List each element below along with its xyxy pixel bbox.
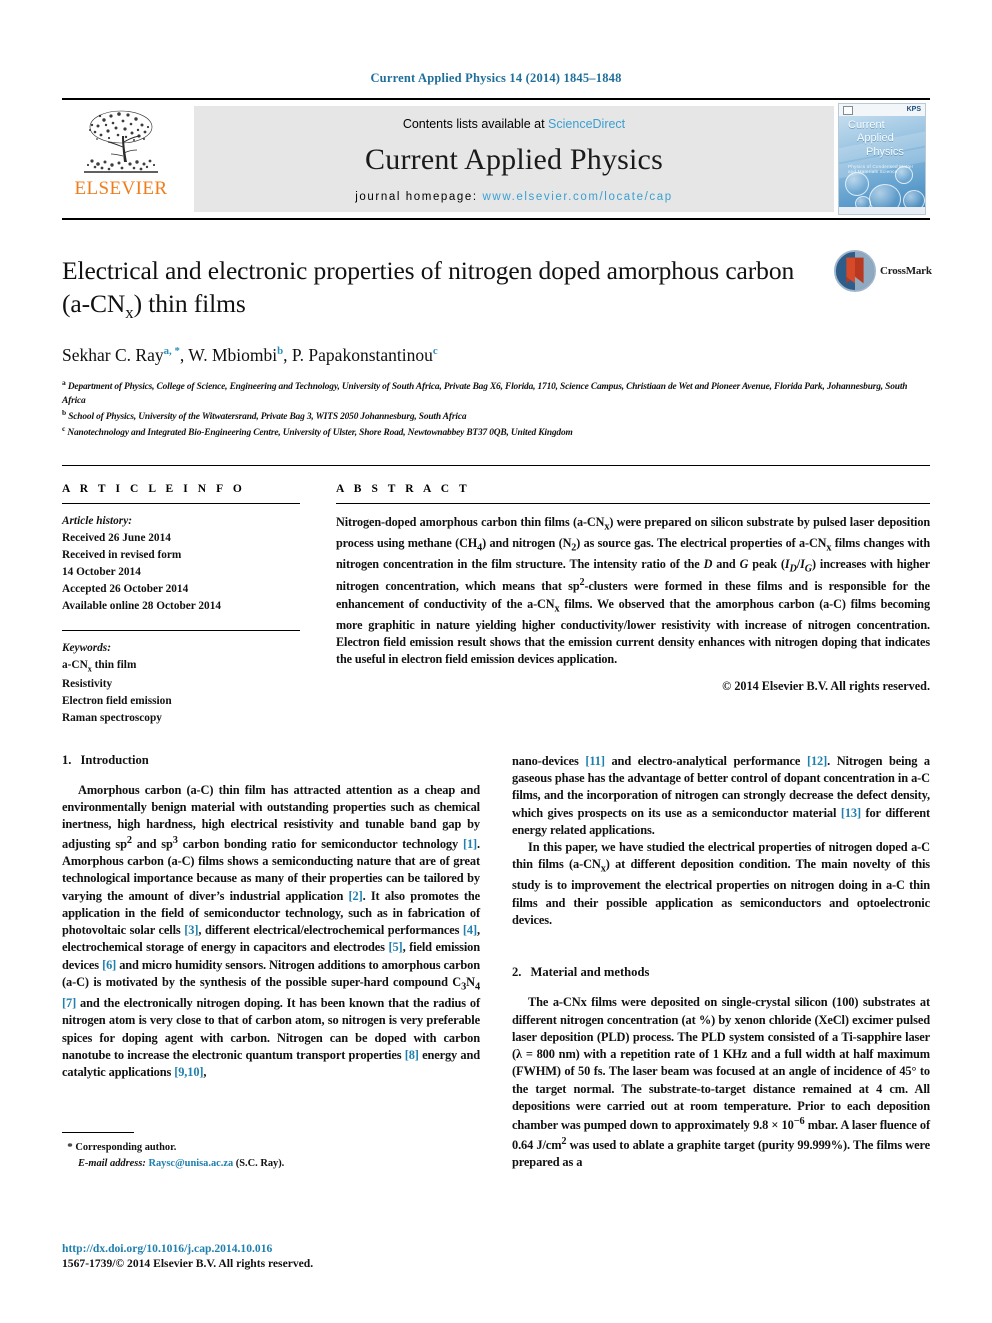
crossmark-icon [834,250,876,292]
crossmark-badge[interactable]: CrossMark [834,248,932,294]
author-name[interactable]: Sekhar C. Ray [62,345,164,365]
author-marks: a, * [163,345,180,358]
history-item: Accepted 26 October 2014 [62,582,189,595]
page-footer: http://dx.doi.org/10.1016/j.cap.2014.10.… [62,1241,482,1272]
crossmark-label: CrossMark [880,265,932,277]
affiliation-item: c Nanotechnology and Integrated Bio-Engi… [62,424,930,440]
author-marks: b [277,345,284,358]
divider [336,502,930,504]
affiliation-list: a Department of Physics, College of Scie… [62,378,930,441]
cover-title-line1: Current [848,119,885,131]
affiliation-text: Department of Physics, College of Scienc… [62,382,908,406]
sciencedirect-link[interactable]: ScienceDirect [548,117,625,131]
article-page: Current Applied Physics 14 (2014) 1845–1… [0,0,992,1323]
cover-bubble [895,166,913,184]
abstract-copyright: © 2014 Elsevier B.V. All rights reserved… [722,679,930,694]
section-title: Introduction [80,752,149,767]
journal-cover: KPS Current Applied Physics Physics of C… [834,100,930,218]
section-heading-introduction: 1. Introduction [62,753,480,768]
history-item: Received 26 June 2014 [62,531,171,544]
elsevier-tree-icon [84,110,158,173]
cover-bubble [845,172,869,196]
divider [62,502,300,504]
history-item: Available online 28 October 2014 [62,599,221,612]
journal-homepage-link[interactable]: www.elsevier.com/locate/cap [483,191,673,203]
footnote-body: * Corresponding author. E-mail address: … [62,1140,480,1171]
footnote-email-line: E-mail address: Raysc@unisa.ac.za (S.C. … [62,1156,480,1171]
cover-footer-band [839,207,925,214]
section-number: 2. [512,965,522,980]
journal-masthead: ELSEVIER Contents lists available at Sci… [62,98,930,220]
article-info-column: A R T I C L E I N F O Article history: R… [62,483,300,727]
section-heading-methods: 2. Material and methods [512,965,930,980]
footnote-divider [62,1132,134,1134]
affiliation-text: Nanotechnology and Integrated Bio-Engine… [67,428,573,439]
doi-link[interactable]: http://dx.doi.org/10.1016/j.cap.2014.10.… [62,1241,482,1257]
contents-prefix: Contents lists available at [402,117,545,131]
author-name[interactable]: P. Papakonstantinou [292,345,433,365]
cover-title-line2: Applied [857,132,894,145]
email-link[interactable]: Raysc@unisa.ac.za [148,1158,233,1169]
affiliation-item: b School of Physics, University of the W… [62,408,930,424]
keyword-item: Raman spectroscopy [62,711,162,724]
affiliation-mark: b [62,407,67,417]
body-columns: 1. Introduction Amorphous carbon (a-C) th… [62,753,930,1172]
journal-homepage-line: journal homepage: www.elsevier.com/locat… [355,191,672,203]
keyword-item: a-CNx thin film [62,659,137,674]
title-subscript: x [125,303,134,323]
affiliation-mark: a [62,378,66,388]
keywords-label: Keywords: [62,642,111,655]
title-block: CrossMark Electrical and electronic prop… [62,250,932,441]
cover-publisher-mark-icon [843,106,853,115]
right-column: nano-devices [11] and electro-analytical… [512,753,930,1172]
cover-title-line3: Physics [866,145,904,158]
issn-copyright: 1567-1739/© 2014 Elsevier B.V. All right… [62,1257,314,1271]
email-label: E-mail address: [78,1158,146,1170]
paragraph-methods-1: The a-CNx films were deposited on single… [512,995,930,1170]
page-title: Electrical and electronic properties of … [62,254,822,324]
keyword-item: Electron field emission [62,694,172,707]
divider [62,630,300,632]
journal-cover-image: KPS Current Applied Physics Physics of C… [838,103,926,215]
affiliation-mark: c [62,424,66,434]
article-history-label: Article history: [62,514,132,527]
author-marks: c [432,345,438,358]
abstract-column: A B S T R A C T Nitrogen-doped amorphous… [336,483,930,727]
paragraph-intro-2: In this paper, we have studied the elect… [512,840,930,927]
journal-banner: Contents lists available at ScienceDirec… [194,106,834,212]
keyword-item: Resistivity [62,677,113,690]
history-item: Received in revised form [62,548,182,561]
footnote-corresponding-label: Corresponding author. [75,1142,177,1154]
info-abstract-row: A R T I C L E I N F O Article history: R… [62,464,930,727]
title-part-2: ) thin films [133,289,246,319]
paragraph-intro-right: nano-devices [11] and electro-analytical… [512,753,931,837]
article-info-heading: A R T I C L E I N F O [62,482,246,495]
history-item: 14 October 2014 [62,565,141,578]
author-list: Sekhar C. Raya, *, W. Mbiombib, P. Papak… [62,345,438,366]
paragraph-intro-left: Amorphous carbon (a-C) thin film has att… [62,782,481,1080]
homepage-prefix: journal homepage: [355,191,478,203]
section-title: Material and methods [530,965,650,980]
author-name[interactable]: W. Mbiombi [188,345,277,365]
email-owner: (S.C. Ray). [235,1158,285,1170]
journal-title: Current Applied Physics [365,143,663,176]
corresponding-author-footnote: * Corresponding author. E-mail address: … [62,1132,480,1171]
abstract-text: Nitrogen-doped amorphous carbon thin fil… [336,514,931,667]
article-history: Article history: Received 26 June 2014 R… [62,513,300,615]
affiliation-item: a Department of Physics, College of Scie… [62,378,930,408]
footnote-corresponding-line: * Corresponding author. [62,1140,480,1156]
cover-title: Current Applied Physics [848,119,919,159]
left-column: 1. Introduction Amorphous carbon (a-C) th… [62,753,480,1172]
publisher-logo: ELSEVIER [62,100,180,218]
publisher-name: ELSEVIER [74,178,168,199]
section-number: 1. [62,752,72,767]
running-head: Current Applied Physics 14 (2014) 1845–1… [370,71,622,85]
abstract-heading: A B S T R A C T [336,482,471,495]
cover-society-mark: KPS [906,106,921,113]
keywords-block: Keywords: a-CNx thin film Resistivity El… [62,630,300,726]
keywords-list: Keywords: a-CNx thin film Resistivity El… [62,640,300,726]
footnote-star: * [67,1141,73,1154]
contents-available-line: Contents lists available at ScienceDirec… [403,117,625,131]
affiliation-text: School of Physics, University of the Wit… [68,412,467,423]
